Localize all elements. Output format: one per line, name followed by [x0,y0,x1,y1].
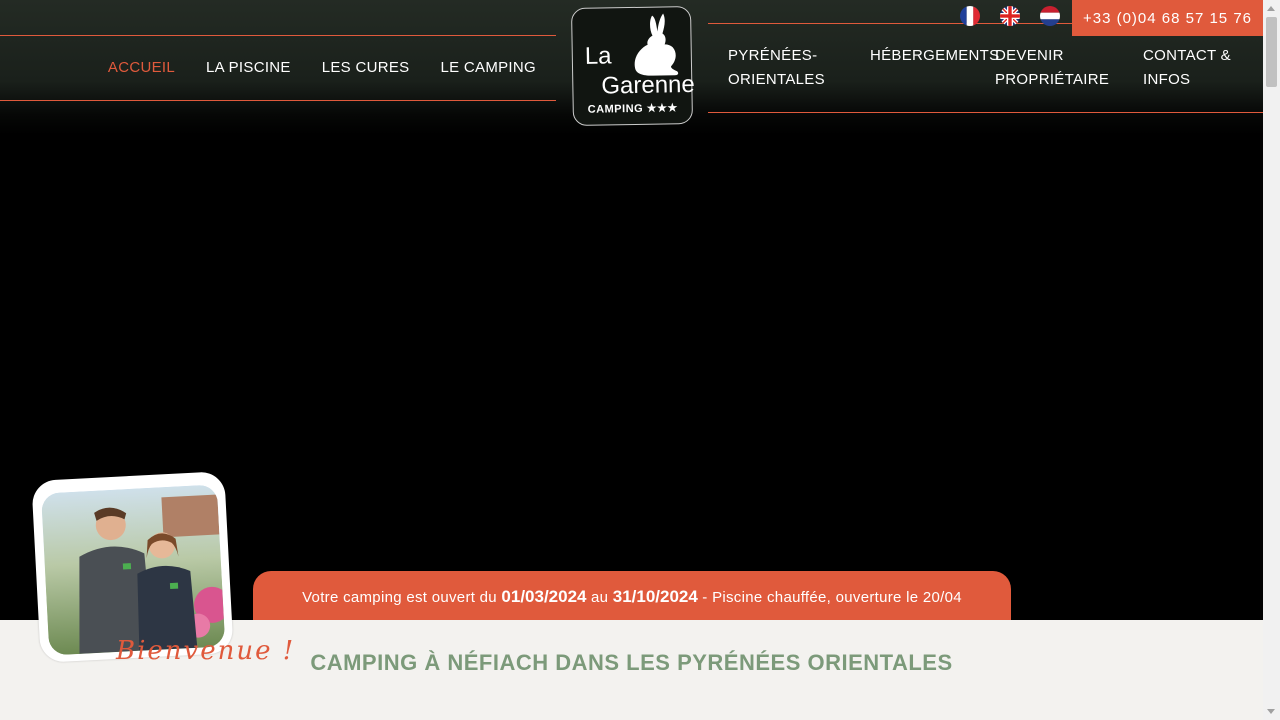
main-nav-left: Accueil La piscine Les cures Le camping [0,35,556,101]
banner-date-close: 31/10/2024 [612,587,698,606]
owners-photo [31,471,234,663]
phone-button[interactable]: +33 (0)04 68 57 15 76 [1072,0,1263,36]
nav-link-cures[interactable]: Les cures [322,56,410,80]
page-scrollbar[interactable] [1263,0,1280,720]
scroll-up-icon[interactable] [1267,6,1275,11]
main-nav-right: Pyrénées- Orientales Hébergements Devenir… [708,23,1263,113]
language-switcher [960,6,1060,26]
logo-text-la: La [584,42,612,70]
scroll-down-icon[interactable] [1267,709,1275,714]
nav-link-contact[interactable]: Contact & Infos [1143,44,1231,92]
site-header: Accueil La piscine Les cures Le camping … [0,0,1263,135]
banner-text-3: - Piscine chauffée, ouverture le 20/04 [697,588,962,606]
opening-banner: Votre camping est ouvert du 01/03/2024 a… [253,571,1011,623]
banner-text-2: au [586,588,613,606]
nav-link-camping[interactable]: Le camping [440,56,536,80]
logo-text-camping: CAMPING ★★★ [587,102,678,116]
flag-uk-icon[interactable] [1000,6,1020,26]
nav-link-accueil[interactable]: Accueil [108,56,175,80]
banner-date-open: 01/03/2024 [501,587,587,606]
nav-link-proprietaire[interactable]: Devenir propriétaire [995,44,1109,92]
flag-nl-icon[interactable] [1040,6,1060,26]
welcome-text: Bienvenue ! [116,636,296,666]
logo-text-garenne: Garenne [601,70,695,100]
owners-photo-image [41,484,226,656]
banner-text-1: Votre camping est ouvert du [302,588,502,606]
nav-link-pyrenees[interactable]: Pyrénées- Orientales [728,44,825,92]
flag-fr-icon[interactable] [960,6,980,26]
nav-link-piscine[interactable]: La piscine [206,56,291,80]
nav-link-hebergements[interactable]: Hébergements [870,44,999,68]
rabbit-icon [634,13,679,76]
scrollbar-thumb[interactable] [1266,17,1277,87]
page: Accueil La piscine Les cures Le camping … [0,0,1263,720]
site-logo[interactable]: La Garenne CAMPING ★★★ [570,5,695,127]
